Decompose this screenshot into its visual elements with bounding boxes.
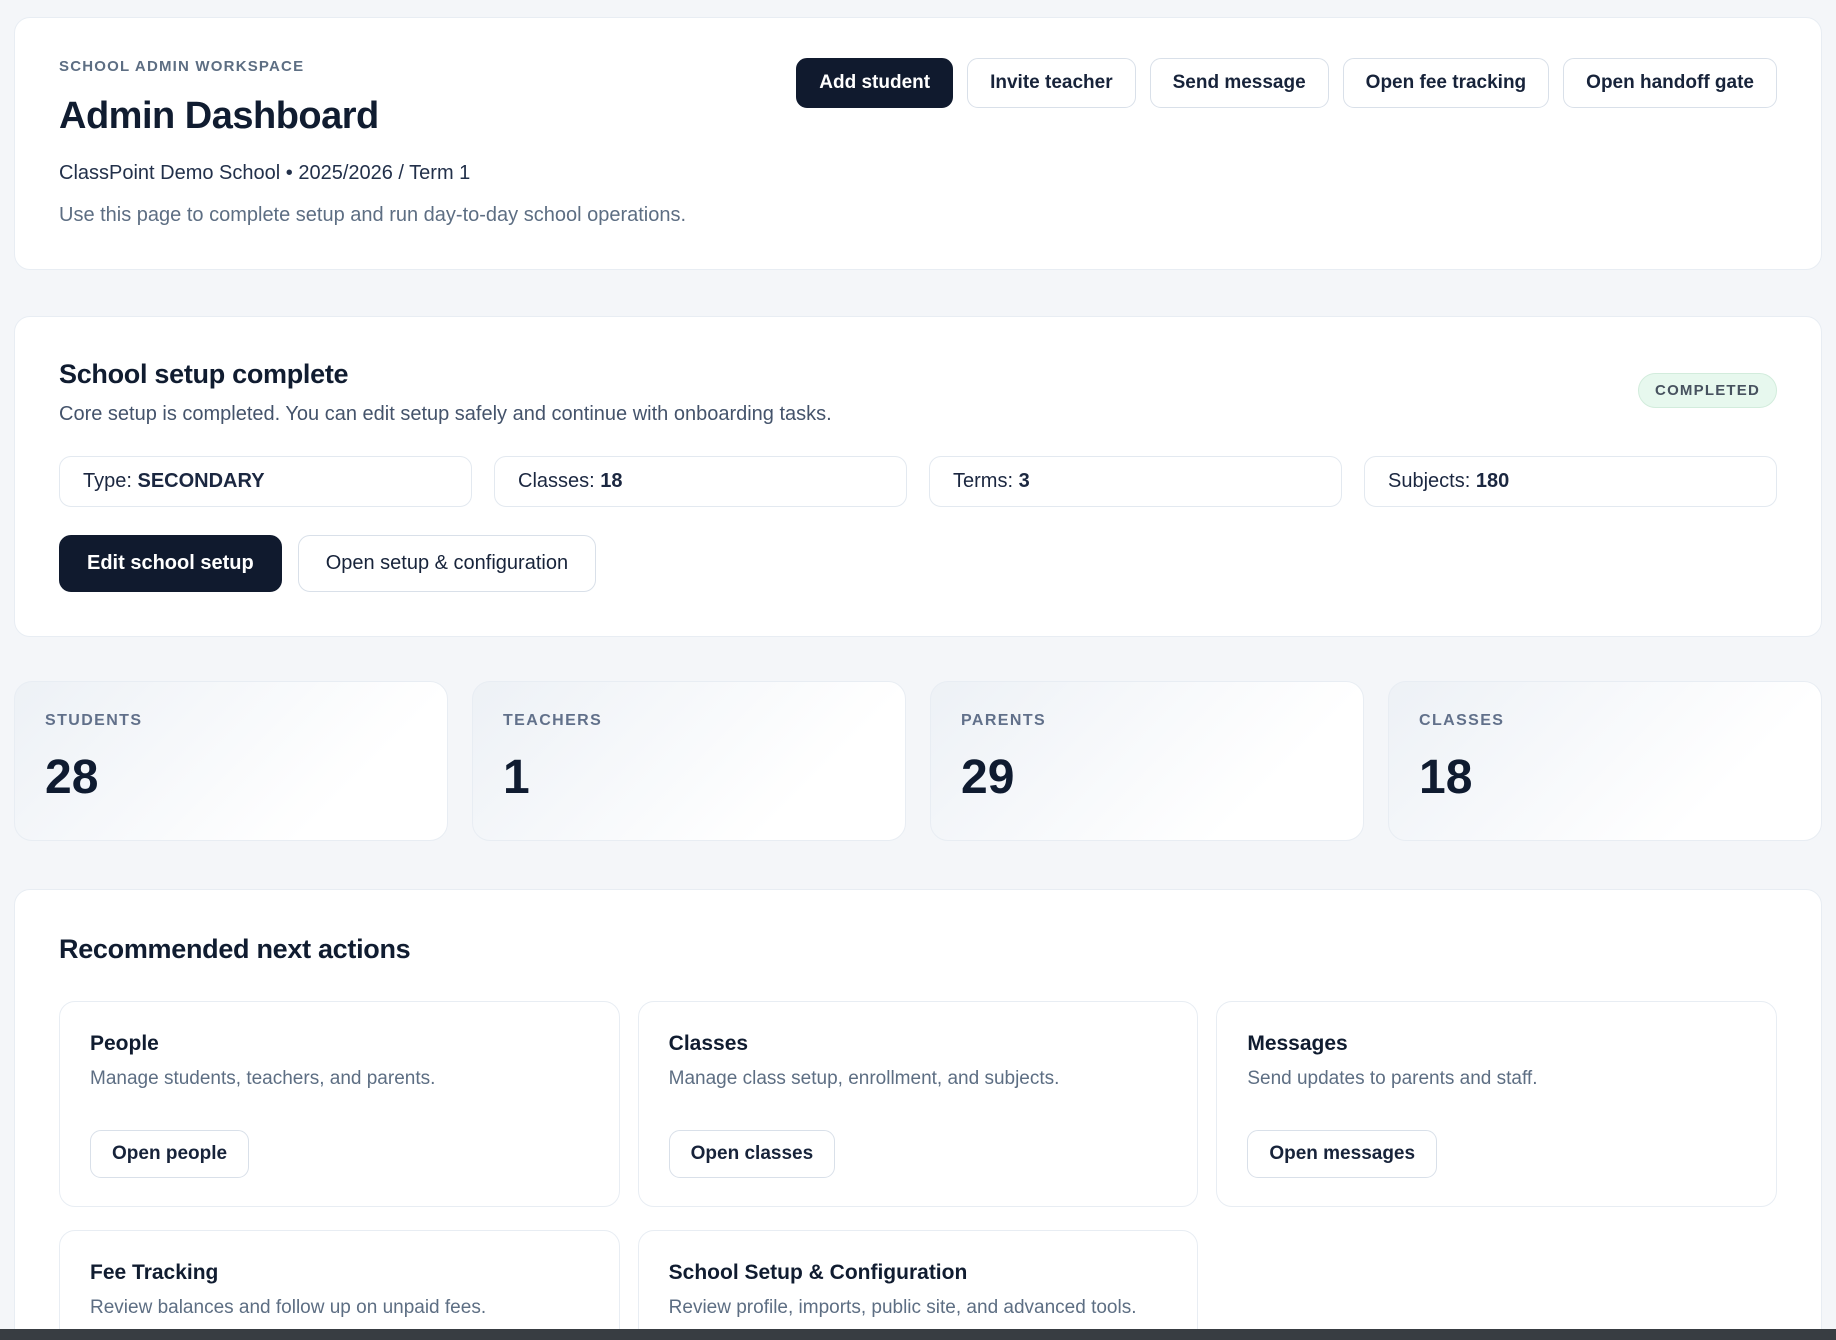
recommended-actions-grid: People Manage students, teachers, and pa…	[59, 1001, 1777, 1340]
fact-terms: Terms: 3	[929, 456, 1342, 507]
action-card-fee-tracking: Fee Tracking Review balances and follow …	[59, 1230, 620, 1340]
stat-card-students: STUDENTS 28	[14, 681, 448, 841]
fact-label: Subjects:	[1388, 470, 1470, 492]
setup-heading-block: School setup complete Core setup is comp…	[59, 359, 832, 426]
action-description: Send updates to parents and staff.	[1247, 1068, 1537, 1090]
open-fee-tracking-button[interactable]: Open fee tracking	[1343, 58, 1550, 108]
setup-title-row: School setup complete Core setup is comp…	[59, 359, 1777, 426]
action-card-school-setup: School Setup & Configuration Review prof…	[638, 1230, 1199, 1340]
action-title: Fee Tracking	[90, 1261, 218, 1285]
recommended-actions-title: Recommended next actions	[59, 934, 1777, 965]
open-people-button[interactable]: Open people	[90, 1130, 249, 1178]
workspace-eyebrow: SCHOOL ADMIN WORKSPACE	[59, 58, 686, 75]
action-title: Classes	[669, 1032, 748, 1056]
fact-label: Classes:	[518, 470, 595, 492]
action-description: Review balances and follow up on unpaid …	[90, 1297, 486, 1319]
fact-label: Terms:	[953, 470, 1013, 492]
stat-card-parents: PARENTS 29	[930, 681, 1364, 841]
edit-school-setup-button[interactable]: Edit school setup	[59, 535, 282, 592]
fact-classes: Classes: 18	[494, 456, 907, 507]
stat-label: TEACHERS	[503, 712, 875, 730]
stats-row: STUDENTS 28 TEACHERS 1 PARENTS 29 CLASSE…	[14, 681, 1822, 841]
completed-status-badge: COMPLETED	[1638, 373, 1777, 408]
page-description: Use this page to complete setup and run …	[59, 204, 686, 227]
stat-card-teachers: TEACHERS 1	[472, 681, 906, 841]
action-description: Manage class setup, enrollment, and subj…	[669, 1068, 1060, 1090]
open-handoff-gate-button[interactable]: Open handoff gate	[1563, 58, 1777, 108]
setup-subtitle: Core setup is completed. You can edit se…	[59, 403, 832, 426]
setup-facts-row: Type: SECONDARY Classes: 18 Terms: 3 Sub…	[59, 456, 1777, 507]
action-title: People	[90, 1032, 159, 1056]
stat-value: 1	[503, 750, 875, 805]
school-setup-card: School setup complete Core setup is comp…	[14, 316, 1822, 637]
action-card-people: People Manage students, teachers, and pa…	[59, 1001, 620, 1207]
action-description: Review profile, imports, public site, an…	[669, 1297, 1137, 1319]
send-message-button[interactable]: Send message	[1150, 58, 1329, 108]
action-title: School Setup & Configuration	[669, 1261, 968, 1285]
fact-value: SECONDARY	[137, 470, 264, 492]
action-title: Messages	[1247, 1032, 1347, 1056]
stat-value: 28	[45, 750, 417, 805]
open-setup-configuration-button[interactable]: Open setup & configuration	[298, 535, 596, 592]
fact-value: 180	[1476, 470, 1509, 492]
header-card: SCHOOL ADMIN WORKSPACE Admin Dashboard C…	[14, 17, 1822, 270]
fact-label: Type:	[83, 470, 132, 492]
open-classes-button[interactable]: Open classes	[669, 1130, 836, 1178]
action-card-messages: Messages Send updates to parents and sta…	[1216, 1001, 1777, 1207]
stat-card-classes: CLASSES 18	[1388, 681, 1822, 841]
school-term-subtitle: ClassPoint Demo School • 2025/2026 / Ter…	[59, 162, 686, 185]
open-messages-button[interactable]: Open messages	[1247, 1130, 1437, 1178]
fact-value: 3	[1019, 470, 1030, 492]
stat-value: 18	[1419, 750, 1791, 805]
invite-teacher-button[interactable]: Invite teacher	[967, 58, 1136, 108]
fact-value: 18	[600, 470, 622, 492]
stat-label: STUDENTS	[45, 712, 417, 730]
stat-label: PARENTS	[961, 712, 1333, 730]
header-text-block: SCHOOL ADMIN WORKSPACE Admin Dashboard C…	[59, 58, 686, 227]
action-card-classes: Classes Manage class setup, enrollment, …	[638, 1001, 1199, 1207]
admin-dashboard-page: SCHOOL ADMIN WORKSPACE Admin Dashboard C…	[0, 0, 1836, 1340]
fact-school-type: Type: SECONDARY	[59, 456, 472, 507]
page-title: Admin Dashboard	[59, 95, 686, 138]
fact-subjects: Subjects: 180	[1364, 456, 1777, 507]
setup-buttons-row: Edit school setup Open setup & configura…	[59, 535, 1777, 592]
window-bottom-edge	[0, 1329, 1836, 1340]
stat-label: CLASSES	[1419, 712, 1791, 730]
header-actions: Add student Invite teacher Send message …	[796, 58, 1777, 108]
recommended-actions-card: Recommended next actions People Manage s…	[14, 889, 1822, 1340]
setup-title: School setup complete	[59, 359, 832, 390]
stat-value: 29	[961, 750, 1333, 805]
action-description: Manage students, teachers, and parents.	[90, 1068, 435, 1090]
add-student-button[interactable]: Add student	[796, 58, 953, 108]
